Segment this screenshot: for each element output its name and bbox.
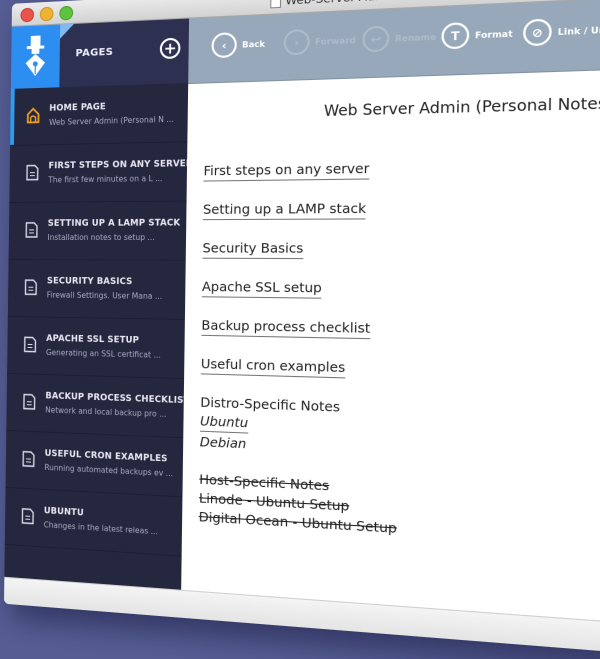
sidebar-item-subtitle: Running automated backups ev ...	[44, 463, 173, 478]
sidebar-item-lamp-stack[interactable]: SETTING UP A LAMP STACK Installation not…	[9, 202, 187, 261]
sidebar-item-title: HOME PAGE	[49, 102, 106, 114]
rename-button[interactable]: ↩ Rename	[362, 23, 436, 52]
page-link[interactable]: Setting up a LAMP stack	[203, 200, 366, 220]
sidebar-item-first-steps[interactable]: FIRST STEPS ON ANY SERVER The first few …	[9, 142, 187, 203]
add-page-button[interactable]: +	[160, 38, 181, 60]
host-item: Digital Ocean - Ubuntu Setup	[199, 509, 397, 536]
sidebar-item-subtitle: Changes in the latest releas ...	[44, 520, 158, 536]
page-title: Web Server Admin (Personal Notes)	[324, 95, 600, 120]
page-link-ubuntu[interactable]: Ubuntu	[200, 413, 248, 434]
page-link[interactable]: Apache SSL setup	[202, 279, 322, 299]
format-button[interactable]: T Format	[441, 20, 513, 49]
rename-label: Rename	[395, 32, 437, 43]
page-content[interactable]: Web Server Admin (Personal Notes) First …	[181, 67, 600, 630]
sidebar-item-subtitle: Web Server Admin (Personal N ...	[49, 115, 174, 127]
sidebar: PAGES + HOME PAGE Web Server Admin (Pers…	[4, 19, 189, 591]
pages-label: PAGES	[75, 47, 113, 60]
page-link[interactable]: Security Basics	[202, 240, 303, 259]
sidebar-item-title: SETTING UP A LAMP STACK	[48, 218, 181, 229]
paperclip-icon: ⊘	[523, 18, 552, 46]
document-icon	[26, 164, 39, 180]
sidebar-item-cron-examples[interactable]: USEFUL CRON EXAMPLES Running automated b…	[6, 431, 184, 497]
forward-label: Forward	[315, 35, 356, 46]
page-link[interactable]: First steps on any server	[203, 160, 369, 181]
distro-item-debian: Debian	[200, 434, 247, 452]
sidebar-item-title: FIRST STEPS ON ANY SERVER	[48, 159, 192, 172]
back-button[interactable]: ‹ Back	[211, 31, 265, 58]
format-label: Format	[475, 28, 513, 39]
close-window-button[interactable]	[20, 8, 34, 23]
sidebar-item-title: UBUNTU	[44, 506, 84, 518]
app-logo	[11, 25, 60, 89]
home-icon	[27, 107, 40, 123]
text-format-icon: T	[441, 22, 469, 49]
sidebar-item-backup-checklist[interactable]: BACKUP PROCESS CHECKLIST Network and loc…	[6, 374, 184, 438]
sidebar-item-title: USEFUL CRON EXAMPLES	[45, 449, 168, 465]
sidebar-item-apache-ssl[interactable]: APACHE SSL SETUP Generating an SSL certi…	[7, 317, 185, 379]
sidebar-item-subtitle: Network and local backup pro ...	[45, 405, 166, 419]
fountain-pen-icon	[23, 35, 49, 76]
page-link[interactable]: Backup process checklist	[201, 317, 370, 339]
document-icon	[25, 222, 38, 238]
distro-heading: Distro-Specific Notes	[200, 394, 340, 415]
sidebar-item-title: SECURITY BASICS	[47, 276, 133, 287]
plus-icon: +	[164, 40, 177, 56]
sidebar-header: PAGES +	[11, 19, 189, 89]
sidebar-item-subtitle: Installation notes to setup ...	[47, 233, 154, 242]
document-icon	[24, 336, 37, 352]
sidebar-item-subtitle: Generating an SSL certificat ...	[46, 348, 161, 360]
document-icon	[22, 451, 35, 468]
chevron-right-icon: ›	[284, 29, 310, 56]
chevron-left-icon: ‹	[211, 32, 237, 58]
file-icon	[270, 0, 281, 8]
app-window: Web-Server-Admin-Notes.scribbleton ⤢	[4, 0, 600, 659]
page-link[interactable]: Useful cron examples	[201, 356, 346, 379]
forward-button[interactable]: › Forward	[284, 27, 357, 56]
document-icon	[23, 394, 36, 411]
sidebar-item-title: APACHE SSL SETUP	[46, 334, 139, 346]
sidebar-item-title: BACKUP PROCESS CHECKLIST	[45, 391, 189, 406]
sidebar-item-security-basics[interactable]: SECURITY BASICS Firewall Settings. User …	[8, 260, 186, 320]
rename-icon: ↩	[362, 25, 389, 52]
sidebar-item-ubuntu[interactable]: UBUNTU Changes in the latest releas ...	[5, 488, 183, 557]
sidebar-item-subtitle: The first few minutes on a L ...	[48, 174, 162, 185]
link-unlink-button[interactable]: ⊘ Link / Unlink	[523, 15, 600, 46]
sidebar-item-subtitle: Firewall Settings. User Mana ...	[47, 290, 163, 301]
document-icon	[21, 508, 34, 525]
maximize-window-button[interactable]	[59, 6, 73, 21]
back-label: Back	[242, 39, 265, 49]
sidebar-item-home-page[interactable]: HOME PAGE Web Server Admin (Personal N .…	[10, 83, 188, 146]
link-label: Link / Unlink	[558, 24, 600, 37]
minimize-window-button[interactable]	[40, 7, 54, 22]
page-list: HOME PAGE Web Server Admin (Personal N .…	[5, 83, 188, 557]
document-icon	[24, 279, 37, 295]
